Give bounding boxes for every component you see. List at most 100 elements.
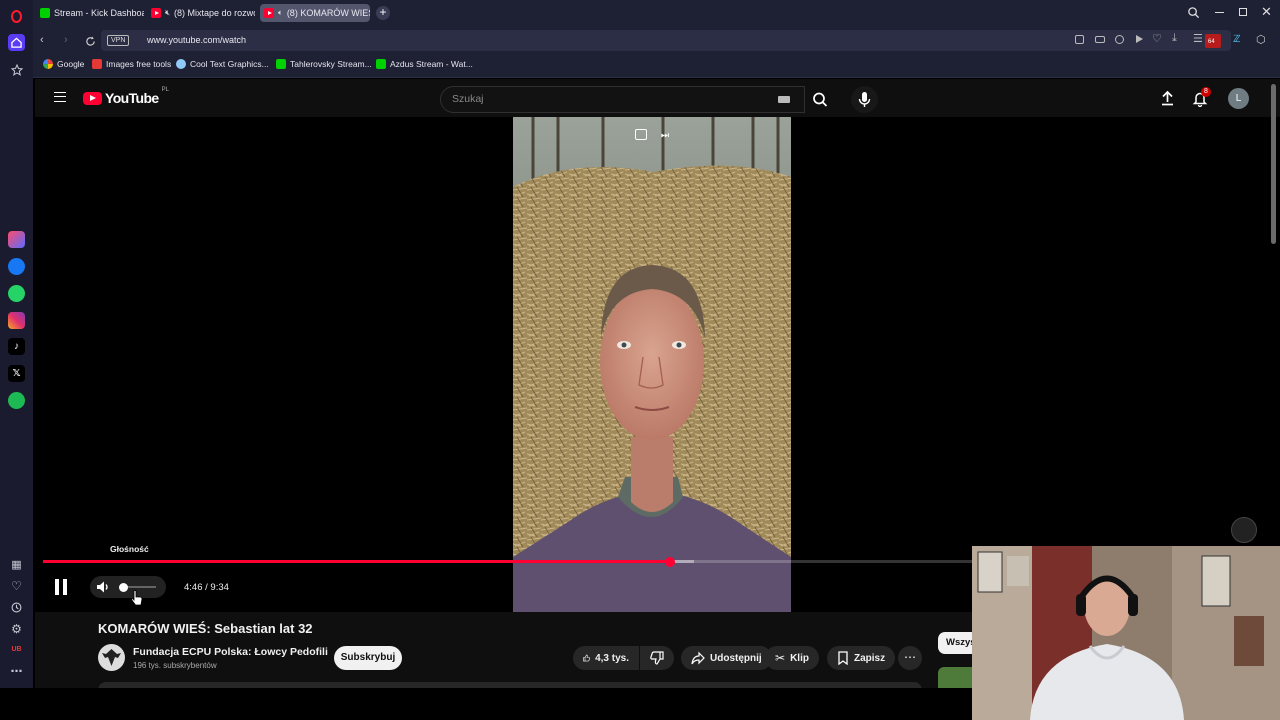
bookmark-images-free-tools[interactable]: Images free tools — [92, 59, 171, 69]
video-player[interactable]: ⏭ Głośność 4:46 / 9:34 — [35, 117, 1280, 612]
like-button[interactable]: 4,3 tys. — [573, 646, 639, 670]
webcam-overlay — [972, 546, 1280, 720]
download-icon[interactable]: ⤓ — [1172, 32, 1177, 45]
close-icon[interactable]: ✕ — [1261, 4, 1272, 20]
heart-outline-icon[interactable]: ♡ — [1152, 32, 1162, 45]
extension-badge-icon[interactable]: 64 — [1205, 34, 1221, 48]
heart-icon[interactable]: ♡ — [8, 577, 25, 594]
kick-icon — [40, 8, 50, 18]
cooltext-icon — [176, 59, 186, 69]
volume-control[interactable] — [90, 576, 166, 598]
volume-icon[interactable] — [95, 579, 111, 595]
like-count: 4,3 tys. — [595, 652, 629, 664]
share-label: Udostępnij — [710, 652, 762, 664]
pause-button[interactable] — [54, 579, 68, 595]
address-bar: ‹ › VPN www.youtube.com/watch ♡ ⤓ ☰ 64 ℤ… — [33, 27, 1280, 54]
shield-icon[interactable] — [1115, 35, 1124, 44]
opera-sidebar: ♪ 𝕏 ▦ ♡ ⚙ UB ⋯ — [0, 0, 33, 688]
url-text[interactable]: www.youtube.com/watch — [147, 35, 246, 45]
bookmarks-bar: Google Images free tools Cool Text Graph… — [33, 54, 1280, 78]
minimize-icon[interactable] — [1215, 12, 1224, 13]
thumbs-up-icon — [583, 654, 590, 662]
extensions-icon[interactable]: ⬡ — [1256, 33, 1266, 46]
voice-search-button[interactable] — [851, 86, 878, 113]
workspaces-icon[interactable]: ▦ — [8, 556, 25, 573]
mouse-cursor-icon — [131, 590, 143, 611]
keyboard-icon[interactable] — [778, 96, 790, 103]
volume-tooltip: Głośność — [110, 544, 149, 554]
bookmark-cool-text[interactable]: Cool Text Graphics... — [176, 59, 269, 69]
bookmark-label: Cool Text Graphics... — [190, 59, 269, 69]
url-field[interactable]: VPN www.youtube.com/watch ♡ ⤓ ☰ — [101, 30, 1231, 51]
menu-lines-icon[interactable]: ☰ — [1193, 32, 1203, 45]
restore-icon[interactable] — [1239, 8, 1247, 16]
opera-logo-icon[interactable] — [11, 10, 22, 23]
tab-komarow[interactable]: 🔈︎ (8) KOMARÓW WIEŚ: — [260, 4, 370, 22]
instagram-icon[interactable] — [8, 312, 25, 329]
avatar[interactable]: L — [1228, 88, 1249, 109]
whatsapp-icon[interactable] — [8, 285, 25, 302]
save-button[interactable]: Zapisz — [827, 646, 896, 670]
settings-icon[interactable]: ⚙ — [8, 620, 25, 637]
bookmark-google[interactable]: Google — [43, 59, 84, 69]
upload-button[interactable] — [1160, 90, 1175, 111]
channel-avatar[interactable] — [98, 644, 125, 671]
subscriber-count: 196 tys. subskrybentów — [133, 661, 217, 670]
hamburger-menu-icon[interactable] — [54, 92, 66, 102]
extension-ub-icon[interactable]: UB — [8, 641, 25, 658]
notification-count-badge: 8 — [1201, 87, 1211, 97]
progress-played — [43, 560, 670, 563]
tab-mixtape[interactable]: 🔇︎ (8) Mixtape do rozwo — [147, 4, 255, 22]
volume-slider-knob[interactable] — [119, 582, 129, 592]
edit-icon[interactable] — [1075, 35, 1084, 44]
share-button[interactable]: Udostępnij — [681, 646, 772, 670]
country-code: PL — [161, 87, 169, 93]
volume-slider[interactable] — [119, 582, 156, 592]
vpn-badge[interactable]: VPN — [107, 35, 130, 46]
more-icon[interactable]: ⋯ — [8, 662, 25, 679]
notifications-button[interactable]: 8 — [1192, 87, 1211, 112]
dislike-button[interactable] — [640, 646, 674, 670]
reload-icon[interactable] — [85, 34, 96, 52]
speaker-icon[interactable]: 🔈︎ — [278, 8, 283, 18]
back-icon[interactable]: ‹ — [40, 34, 44, 46]
history-icon[interactable] — [8, 599, 25, 616]
skip-next-icon[interactable]: ⏭ — [661, 130, 669, 141]
miniplayer-icon[interactable] — [635, 129, 647, 140]
scissors-icon: ✂ — [775, 651, 786, 665]
spotify-icon[interactable] — [8, 392, 25, 409]
aria-icon[interactable] — [8, 231, 25, 248]
kick-icon — [276, 59, 286, 69]
x-twitter-icon[interactable]: 𝕏 — [8, 365, 25, 382]
muted-speaker-icon[interactable]: 🔇︎ — [165, 8, 170, 18]
star-icon[interactable] — [8, 61, 25, 78]
camera-icon[interactable] — [1095, 36, 1105, 43]
bookmark-label: Tahlerovsky Stream... — [290, 59, 372, 69]
bookmark-azdus[interactable]: Azdus Stream - Wat... — [376, 59, 473, 69]
progress-scrubber[interactable] — [664, 556, 675, 567]
search-button[interactable] — [805, 86, 835, 113]
more-actions-button[interactable]: ⋯ — [898, 646, 922, 670]
youtube-logo[interactable]: YouTube PL — [83, 87, 169, 106]
forward-icon[interactable]: › — [64, 34, 68, 46]
channel-name[interactable]: Fundacja ECPU Polska: Łowcy Pedofili — [133, 646, 328, 658]
channel-watermark-icon[interactable] — [1231, 517, 1257, 543]
extension-vpn-icon[interactable]: ℤ — [1233, 34, 1241, 45]
video-frame[interactable]: ⏭ — [513, 117, 791, 612]
search-tabs-icon[interactable] — [1187, 6, 1200, 24]
google-icon — [43, 59, 53, 69]
description-box[interactable] — [98, 682, 922, 688]
time-display: 4:46 / 9:34 — [184, 582, 229, 593]
bookmark-tahlerovsky[interactable]: Tahlerovsky Stream... — [276, 59, 372, 69]
play-icon[interactable] — [1136, 35, 1143, 43]
tiktok-icon[interactable]: ♪ — [8, 338, 25, 355]
search-input[interactable]: Szukaj — [440, 86, 805, 113]
new-tab-button[interactable]: + — [376, 6, 390, 20]
messenger-icon[interactable] — [8, 258, 25, 275]
home-icon[interactable] — [8, 34, 25, 51]
clip-button[interactable]: ✂ Klip — [765, 646, 819, 670]
tab-kick-dashboard[interactable]: Stream - Kick Dashboard — [36, 4, 144, 22]
save-label: Zapisz — [854, 652, 886, 664]
page-scrollbar[interactable] — [1271, 84, 1276, 244]
subscribe-button[interactable]: Subskrybuj — [334, 646, 402, 670]
